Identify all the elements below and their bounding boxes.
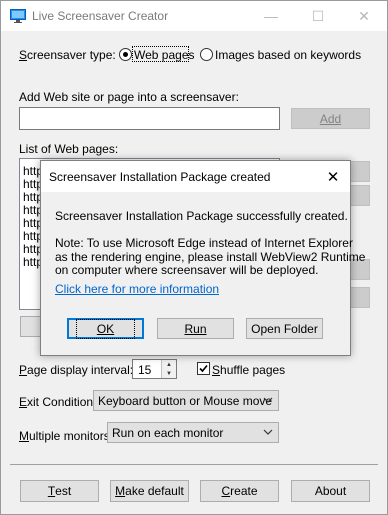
interval-stepper[interactable]: 15 ▲ ▼ [132, 359, 177, 379]
radio-web-pages-label[interactable]: Web pages [134, 48, 195, 62]
installation-package-dialog: Screensaver Installation Package created… [40, 160, 365, 356]
dialog-title: Screensaver Installation Package created [49, 170, 271, 184]
ok-button[interactable]: OK [67, 318, 144, 339]
add-website-label: Add Web site or page into a screensaver: [19, 90, 239, 104]
list-label: List of Web pages: [19, 142, 119, 156]
make-default-button[interactable]: Make default [110, 480, 189, 502]
exit-condition-value: Keyboard button or Mouse move [98, 394, 273, 408]
multiple-monitors-label: Multiple monitors: [19, 429, 114, 443]
more-info-link[interactable]: Click here for more information [55, 282, 219, 296]
title-bar: Live Screensaver Creator — ☐ ✕ [1, 1, 387, 31]
interval-spin-buttons[interactable]: ▲ ▼ [161, 360, 176, 378]
multiple-monitors-value: Run on each monitor [112, 426, 224, 440]
radio-images-keywords[interactable] [200, 48, 213, 61]
maximize-icon: ☐ [311, 7, 325, 24]
exit-condition-label: Exit Condition: [19, 395, 97, 409]
close-button[interactable]: ✕ [341, 1, 387, 31]
checkmark-icon [199, 364, 208, 373]
spin-down-icon[interactable]: ▼ [162, 369, 176, 378]
main-window: Live Screensaver Creator — ☐ ✕ Screensav… [0, 0, 388, 515]
dialog-note-line-2: as the rendering engine, please install … [55, 250, 366, 264]
open-folder-button-label: Open Folder [251, 321, 318, 336]
minimize-icon: — [264, 8, 278, 24]
create-button[interactable]: Create [200, 480, 279, 502]
add-button[interactable]: Add [291, 108, 370, 129]
screensaver-type-label: Screensaver type: [19, 48, 116, 62]
maximize-button[interactable]: ☐ [295, 1, 341, 31]
dialog-title-bar: Screensaver Installation Package created… [41, 161, 350, 192]
chevron-down-icon [263, 429, 273, 435]
about-button[interactable]: About [291, 480, 370, 502]
ok-button-label: OK [75, 318, 136, 339]
dialog-message: Screensaver Installation Package success… [55, 209, 348, 223]
dialog-note-line-3: on computer where screensaver will be de… [55, 263, 319, 277]
radio-images-keywords-label[interactable]: Images based on keywords [215, 48, 361, 62]
close-icon: ✕ [326, 168, 340, 186]
shuffle-label[interactable]: Shuffle pages [212, 363, 285, 377]
monitor-icon [10, 9, 26, 23]
exit-condition-dropdown[interactable]: Keyboard button or Mouse move [93, 390, 279, 411]
close-icon: ✕ [358, 7, 370, 24]
radio-web-pages[interactable] [119, 48, 132, 61]
add-website-input[interactable] [19, 107, 280, 130]
multiple-monitors-dropdown[interactable]: Run on each monitor [107, 422, 279, 443]
make-default-label: ake default [125, 484, 184, 498]
test-button[interactable]: Test [20, 480, 99, 502]
interval-value: 15 [138, 363, 152, 377]
divider [10, 464, 378, 465]
chevron-down-icon [263, 397, 273, 403]
test-button-label: est [55, 484, 72, 498]
open-folder-button[interactable]: Open Folder [246, 318, 323, 339]
create-label: reate [230, 484, 258, 498]
run-button[interactable]: Run [157, 318, 234, 339]
dialog-close-button[interactable]: ✕ [316, 161, 350, 192]
run-button-label: Run [184, 321, 207, 336]
shuffle-checkbox[interactable] [197, 362, 210, 375]
spin-up-icon[interactable]: ▲ [162, 360, 176, 369]
dialog-note-line-1: Note: To use Microsoft Edge instead of I… [55, 236, 353, 250]
about-label: About [314, 484, 347, 498]
minimize-button[interactable]: — [248, 1, 294, 31]
interval-label: Page display interval: [19, 363, 134, 377]
window-title: Live Screensaver Creator [32, 9, 169, 23]
add-button-label: Add [319, 111, 342, 126]
